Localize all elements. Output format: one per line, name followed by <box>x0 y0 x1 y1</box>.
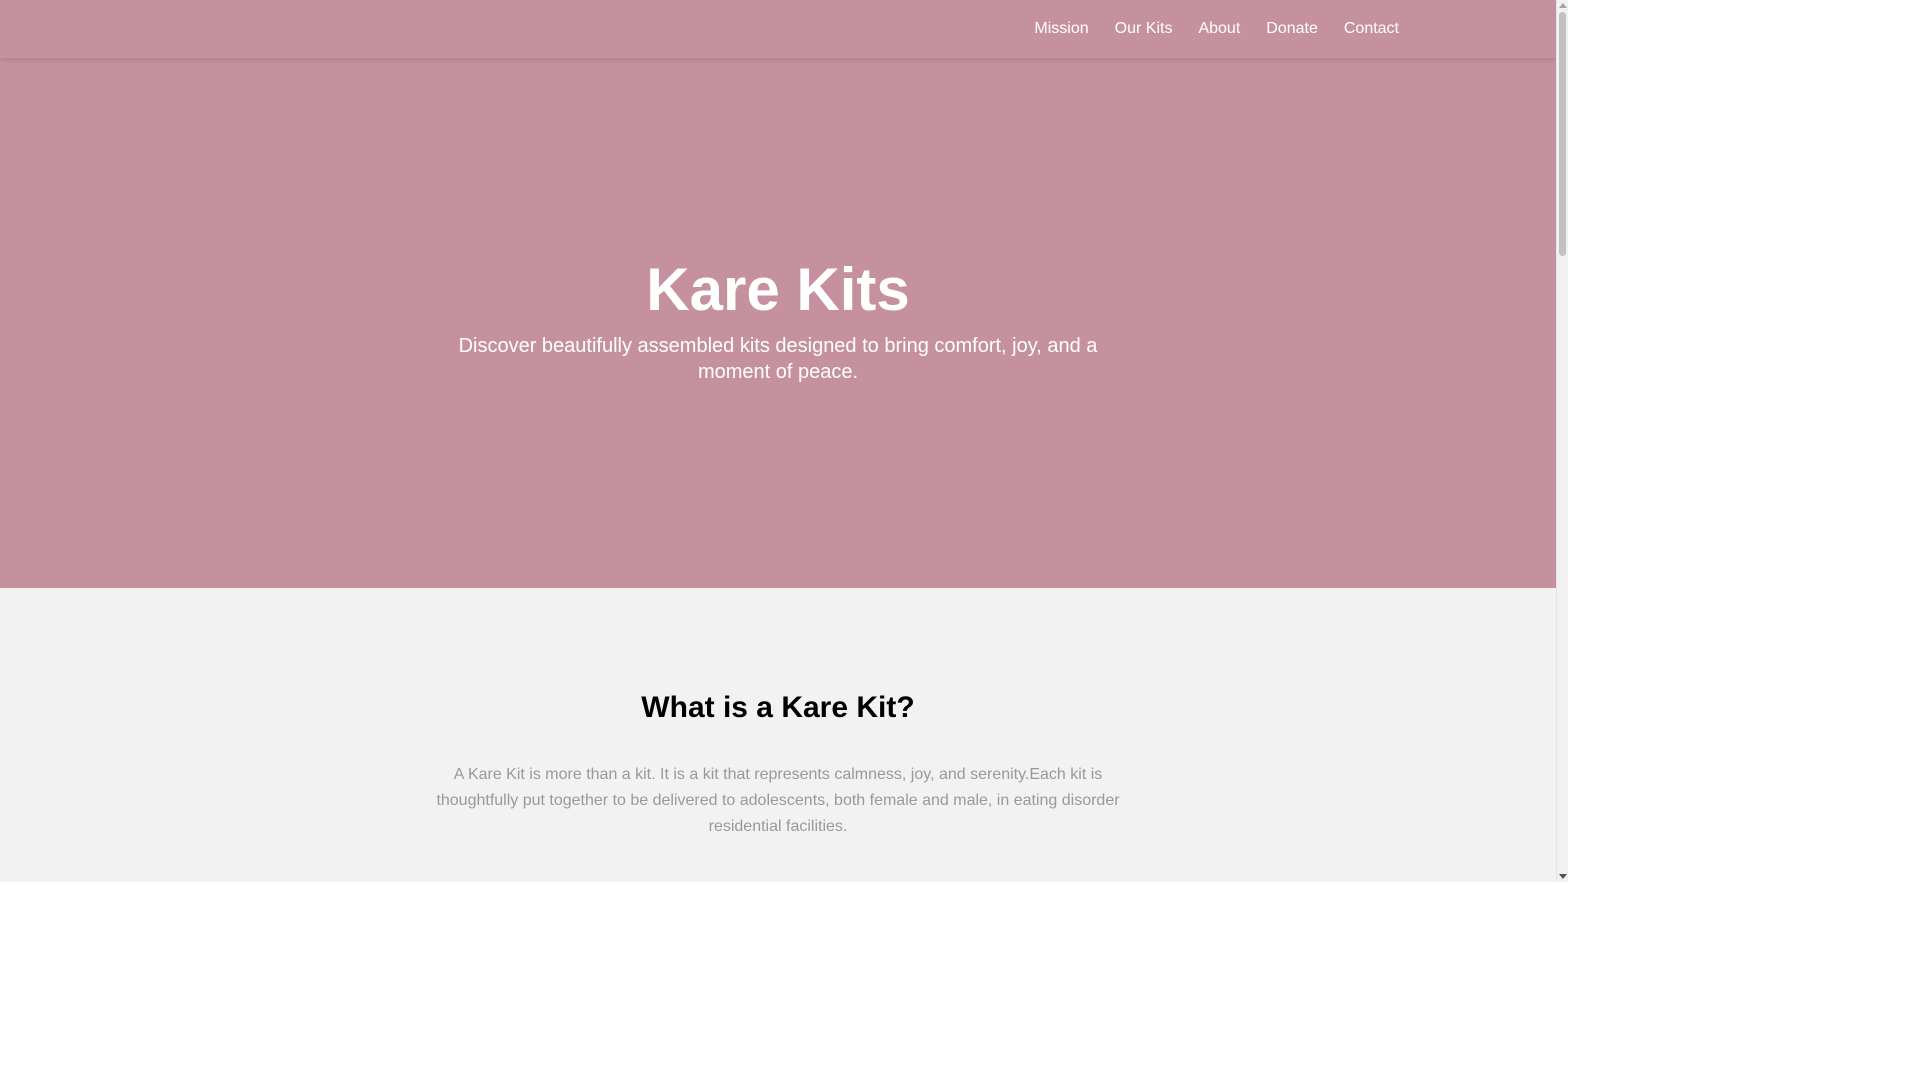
nav-link-about[interactable]: About <box>1198 20 1240 38</box>
vertical-scrollbar[interactable] <box>1556 0 1568 882</box>
nav-link-donate[interactable]: Donate <box>1266 20 1318 38</box>
section-title: What is a Kare Kit? <box>641 691 915 724</box>
top-navbar: Mission Our Kits About Donate Contact <box>0 0 1556 58</box>
page: Kare Kits Discover beautifully assembled… <box>0 0 1568 882</box>
hero-subtitle: Discover beautifully assembled kits desi… <box>458 335 1098 383</box>
nav-link-contact[interactable]: Contact <box>1344 20 1399 38</box>
scrollbar-thumb[interactable] <box>1559 12 1566 256</box>
nav-link-mission[interactable]: Mission <box>1034 20 1088 38</box>
hero-title: Kare Kits <box>646 256 910 323</box>
scroll-down-arrow-icon[interactable] <box>1559 874 1567 879</box>
nav-link-our-kits[interactable]: Our Kits <box>1115 20 1173 38</box>
hero-section: Kare Kits Discover beautifully assembled… <box>0 0 1556 588</box>
scroll-up-arrow-icon[interactable] <box>1559 3 1567 8</box>
viewport: Kare Kits Discover beautifully assembled… <box>0 0 1556 882</box>
nav-menu: Mission Our Kits About Donate Contact <box>1008 0 1399 58</box>
section-body: A Kare Kit is more than a kit. It is a k… <box>436 766 1120 835</box>
what-is-kare-kit-section: What is a Kare Kit? A Kare Kit is more t… <box>0 588 1556 882</box>
